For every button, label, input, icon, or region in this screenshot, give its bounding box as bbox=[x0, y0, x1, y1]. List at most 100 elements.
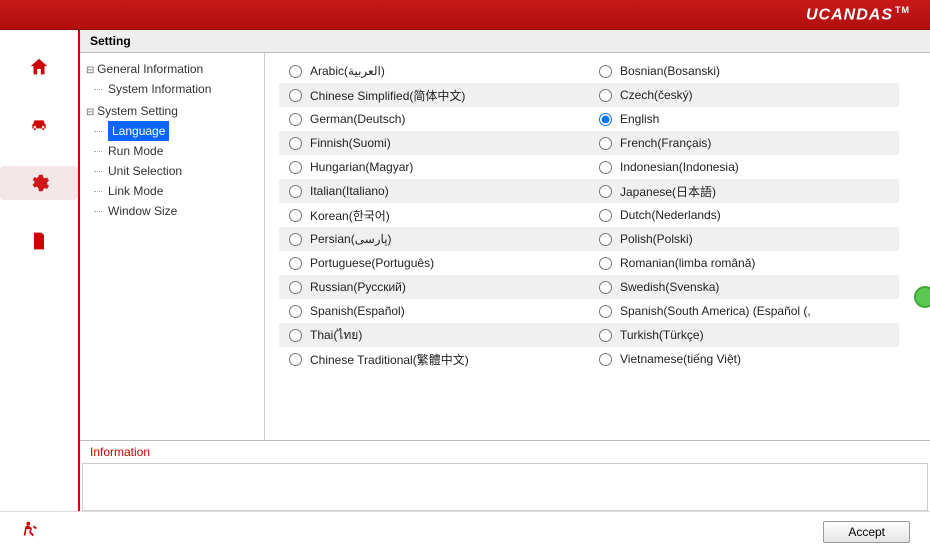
language-radio[interactable] bbox=[289, 89, 302, 102]
sidebar-icons bbox=[0, 30, 80, 511]
language-radio[interactable] bbox=[289, 305, 302, 318]
language-option[interactable]: Korean(한국어) bbox=[279, 203, 589, 227]
language-radio[interactable] bbox=[599, 89, 612, 102]
language-label: Chinese Simplified(简体中文) bbox=[310, 87, 465, 104]
language-radio[interactable] bbox=[599, 137, 612, 150]
language-option[interactable]: Thai(ไทย) bbox=[279, 323, 589, 347]
language-label: Arabic(العربية) bbox=[310, 64, 385, 78]
settings-icon[interactable] bbox=[0, 166, 78, 200]
language-option[interactable]: Czech(český) bbox=[589, 83, 899, 107]
language-label: Indonesian(Indonesia) bbox=[620, 160, 739, 174]
language-option[interactable]: Portuguese(Português) bbox=[279, 251, 589, 275]
language-label: Hungarian(Magyar) bbox=[310, 160, 413, 174]
tree-language[interactable]: Language bbox=[108, 121, 169, 141]
language-option[interactable]: Polish(Polski) bbox=[589, 227, 899, 251]
language-label: Turkish(Türkçe) bbox=[620, 328, 704, 342]
language-option[interactable]: Vietnamese(tiếng Việt) bbox=[589, 347, 899, 371]
home-icon[interactable] bbox=[0, 50, 78, 84]
tree-unit-selection[interactable]: Unit Selection bbox=[84, 161, 260, 181]
tree-run-mode[interactable]: Run Mode bbox=[84, 141, 260, 161]
tree-system-information[interactable]: System Information bbox=[84, 79, 260, 99]
language-label: Korean(한국어) bbox=[310, 207, 390, 224]
car-icon[interactable] bbox=[0, 108, 78, 142]
info-panel: Information bbox=[80, 440, 930, 511]
language-radio[interactable] bbox=[599, 65, 612, 78]
language-label: German(Deutsch) bbox=[310, 112, 405, 126]
language-option[interactable]: German(Deutsch) bbox=[279, 107, 589, 131]
language-radio[interactable] bbox=[599, 281, 612, 294]
language-radio[interactable] bbox=[599, 113, 612, 126]
language-option[interactable]: Turkish(Türkçe) bbox=[589, 323, 899, 347]
tree-window-size[interactable]: Window Size bbox=[84, 201, 260, 221]
language-list: Arabic(العربية) Chinese Simplified(简体中文) G… bbox=[265, 53, 930, 440]
language-radio[interactable] bbox=[289, 233, 302, 246]
info-title: Information bbox=[80, 441, 930, 463]
page-title: Setting bbox=[80, 30, 930, 53]
language-radio[interactable] bbox=[289, 65, 302, 78]
accept-button[interactable]: Accept bbox=[823, 521, 910, 543]
language-option[interactable]: Bosnian(Bosanski) bbox=[589, 59, 899, 83]
language-label: Spanish(Español) bbox=[310, 304, 405, 318]
language-option[interactable]: Dutch(Nederlands) bbox=[589, 203, 899, 227]
language-radio[interactable] bbox=[599, 257, 612, 270]
language-radio[interactable] bbox=[599, 233, 612, 246]
language-label: Swedish(Svenska) bbox=[620, 280, 719, 294]
language-label: Russian(Русский) bbox=[310, 280, 406, 294]
language-label: English bbox=[620, 112, 659, 126]
language-option[interactable]: French(Français) bbox=[589, 131, 899, 155]
language-option[interactable]: English bbox=[589, 107, 899, 131]
top-bar: UCANDASTM bbox=[0, 0, 930, 30]
language-option[interactable]: Hungarian(Magyar) bbox=[279, 155, 589, 179]
language-radio[interactable] bbox=[289, 257, 302, 270]
language-option[interactable]: Italian(Italiano) bbox=[279, 179, 589, 203]
language-option[interactable]: Spanish(South America) (Español (, bbox=[589, 299, 899, 323]
language-option[interactable]: Arabic(العربية) bbox=[279, 59, 589, 83]
language-radio[interactable] bbox=[599, 185, 612, 198]
language-radio[interactable] bbox=[289, 209, 302, 222]
language-radio[interactable] bbox=[599, 329, 612, 342]
language-option[interactable]: Chinese Simplified(简体中文) bbox=[279, 83, 589, 107]
language-radio[interactable] bbox=[289, 281, 302, 294]
language-radio[interactable] bbox=[599, 209, 612, 222]
main-area: Setting General Information System Infor… bbox=[0, 30, 930, 511]
language-option[interactable]: Swedish(Svenska) bbox=[589, 275, 899, 299]
language-radio[interactable] bbox=[289, 185, 302, 198]
content: General Information System Information S… bbox=[80, 53, 930, 440]
language-radio[interactable] bbox=[289, 161, 302, 174]
language-radio[interactable] bbox=[289, 329, 302, 342]
language-radio[interactable] bbox=[289, 113, 302, 126]
tree-general-information[interactable]: General Information bbox=[84, 59, 260, 79]
language-option[interactable]: Spanish(Español) bbox=[279, 299, 589, 323]
language-option[interactable]: Romanian(limba română) bbox=[589, 251, 899, 275]
language-option[interactable]: Finnish(Suomi) bbox=[279, 131, 589, 155]
settings-tree: General Information System Information S… bbox=[80, 53, 265, 440]
language-label: Vietnamese(tiếng Việt) bbox=[620, 352, 741, 366]
language-column-2: Bosnian(Bosanski) Czech(český) English Fren… bbox=[589, 59, 899, 440]
tree-system-setting[interactable]: System Setting bbox=[84, 101, 260, 121]
language-option[interactable]: Russian(Русский) bbox=[279, 275, 589, 299]
language-label: Czech(český) bbox=[620, 88, 693, 102]
language-label: Romanian(limba română) bbox=[620, 256, 755, 270]
report-icon[interactable] bbox=[0, 224, 78, 258]
language-option[interactable]: Japanese(日本語) bbox=[589, 179, 899, 203]
language-label: Portuguese(Português) bbox=[310, 256, 434, 270]
language-column-1: Arabic(العربية) Chinese Simplified(简体中文) G… bbox=[279, 59, 589, 440]
language-label: Japanese(日本語) bbox=[620, 183, 716, 200]
language-option[interactable]: Chinese Traditional(繁體中文) bbox=[279, 347, 589, 371]
language-radio[interactable] bbox=[289, 137, 302, 150]
language-radio[interactable] bbox=[599, 353, 612, 366]
exit-icon[interactable] bbox=[20, 519, 42, 544]
chat-bubble-icon[interactable] bbox=[914, 286, 930, 308]
language-label: Bosnian(Bosanski) bbox=[620, 64, 720, 78]
language-radio[interactable] bbox=[289, 353, 302, 366]
language-radio[interactable] bbox=[599, 161, 612, 174]
language-radio[interactable] bbox=[599, 305, 612, 318]
language-option[interactable]: Persian(پارسی) bbox=[279, 227, 589, 251]
info-body[interactable] bbox=[82, 463, 928, 511]
language-option[interactable]: Indonesian(Indonesia) bbox=[589, 155, 899, 179]
language-label: Spanish(South America) (Español (, bbox=[620, 304, 811, 318]
language-label: Chinese Traditional(繁體中文) bbox=[310, 351, 469, 368]
tree-link-mode[interactable]: Link Mode bbox=[84, 181, 260, 201]
brand-text: UCANDAS bbox=[806, 6, 893, 23]
brand-logo: UCANDASTM bbox=[806, 5, 910, 24]
